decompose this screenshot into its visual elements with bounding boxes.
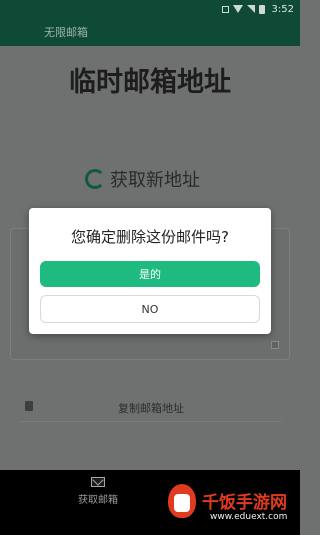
app-bar: 无限邮箱 xyxy=(0,18,300,46)
nav-item-label: 获取邮箱 xyxy=(78,495,118,506)
copy-address-button[interactable]: 复制邮箱地址 xyxy=(20,392,282,422)
resize-handle-icon xyxy=(271,341,279,349)
refresh-icon xyxy=(85,169,105,189)
get-new-address-button[interactable]: 获取新地址 xyxy=(85,166,200,192)
get-new-address-label: 获取新地址 xyxy=(110,170,200,191)
notification-icon xyxy=(221,5,229,13)
status-bar: 3:52 xyxy=(0,0,300,18)
confirm-delete-dialog: 您确定删除这份邮件吗? 是的 NO xyxy=(29,208,271,334)
watermark-logo-icon xyxy=(164,482,200,522)
app-title: 无限邮箱 xyxy=(44,26,88,39)
cancel-button[interactable]: NO xyxy=(40,295,260,323)
mail-icon xyxy=(91,477,105,487)
watermark-text: 千饭手游网 xyxy=(202,493,287,513)
battery-icon xyxy=(258,4,265,14)
watermark-url: www.eduext.com xyxy=(210,512,288,522)
page-title: 临时邮箱地址 xyxy=(69,67,231,98)
status-time: 3:52 xyxy=(271,3,294,15)
wifi-icon xyxy=(232,5,243,13)
nav-item-get-mailbox[interactable]: 获取邮箱 xyxy=(70,474,126,506)
copy-address-label: 复制邮箱地址 xyxy=(118,402,184,415)
watermark: 千饭手游网 www.eduext.com xyxy=(154,478,300,535)
confirm-button[interactable]: 是的 xyxy=(40,261,260,287)
dialog-message: 您确定删除这份邮件吗? xyxy=(71,228,229,246)
signal-icon xyxy=(246,5,255,13)
